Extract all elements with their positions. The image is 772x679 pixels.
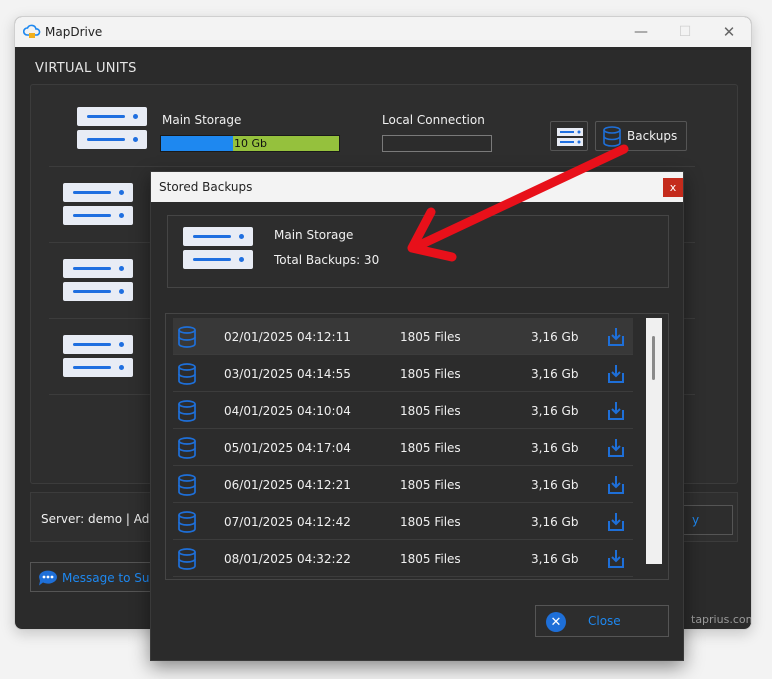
minimize-button[interactable]: — — [627, 21, 655, 43]
section-title: VIRTUAL UNITS — [35, 61, 137, 76]
backup-files: 1805 Files — [400, 330, 461, 344]
storage-name: Main Storage — [274, 228, 354, 242]
download-icon[interactable] — [605, 437, 627, 459]
title-bar: MapDrive — ☐ ✕ — [15, 17, 751, 47]
backups-label: Backups — [627, 129, 678, 143]
backup-files: 1805 Files — [400, 515, 461, 529]
dialog-title-bar: Stored Backups x — [151, 172, 683, 202]
database-icon — [178, 400, 196, 422]
backup-date: 08/01/2025 04:32:22 — [224, 552, 351, 566]
backup-date: 05/01/2025 04:17:04 — [224, 441, 351, 455]
database-icon — [603, 126, 621, 147]
drive-details-button[interactable] — [550, 121, 588, 151]
backup-date: 03/01/2025 04:14:55 — [224, 367, 351, 381]
backup-date: 02/01/2025 04:12:11 — [224, 330, 351, 344]
server-icon — [63, 335, 133, 377]
backup-size: 3,16 Gb — [531, 515, 579, 529]
backup-row[interactable]: 08/01/2025 04:32:22 1805 Files 3,16 Gb — [173, 540, 633, 577]
backup-size: 3,16 Gb — [531, 441, 579, 455]
storage-usage-text: 10 Gb — [234, 137, 267, 150]
backup-size: 3,16 Gb — [531, 330, 579, 344]
dialog-title: Stored Backups — [159, 180, 253, 194]
server-stack-icon — [557, 128, 583, 146]
backup-size: 3,16 Gb — [531, 404, 579, 418]
backup-size: 3,16 Gb — [531, 552, 579, 566]
backup-row[interactable]: 07/01/2025 04:12:42 1805 Files 3,16 Gb — [173, 503, 633, 540]
backup-date: 04/01/2025 04:10:04 — [224, 404, 351, 418]
backup-files: 1805 Files — [400, 552, 461, 566]
unit-name: Main Storage — [162, 113, 242, 127]
server-status-text: Server: demo | Admi — [41, 512, 165, 526]
database-icon — [178, 511, 196, 533]
database-icon — [178, 437, 196, 459]
maximize-button[interactable]: ☐ — [671, 21, 699, 43]
dialog-close-x-button[interactable]: x — [663, 178, 683, 197]
server-icon — [183, 227, 253, 269]
download-icon[interactable] — [605, 474, 627, 496]
unit-row-main-storage: Main Storage 10 Gb Local Connection Back… — [49, 91, 695, 167]
backup-row[interactable]: 06/01/2025 04:12:21 1805 Files 3,16 Gb — [173, 466, 633, 503]
backup-row[interactable]: 03/01/2025 04:14:55 1805 Files 3,16 Gb — [173, 355, 633, 392]
backup-files: 1805 Files — [400, 441, 461, 455]
database-icon — [178, 548, 196, 570]
backup-files: 1805 Files — [400, 404, 461, 418]
server-icon — [77, 107, 147, 149]
database-icon — [178, 363, 196, 385]
server-icon — [63, 259, 133, 301]
server-icon — [63, 183, 133, 225]
backup-files: 1805 Files — [400, 478, 461, 492]
download-icon[interactable] — [605, 363, 627, 385]
server-action-button[interactable]: y — [683, 505, 733, 535]
stored-backups-dialog: Stored Backups x Main Storage Total Back… — [150, 171, 684, 661]
scrollbar[interactable] — [646, 318, 662, 564]
scroll-thumb[interactable] — [652, 336, 655, 380]
database-icon — [178, 474, 196, 496]
cloud-drive-icon — [23, 24, 41, 38]
connection-status-box — [382, 135, 492, 152]
download-icon[interactable] — [605, 511, 627, 533]
backup-row[interactable]: 04/01/2025 04:10:04 1805 Files 3,16 Gb — [173, 392, 633, 429]
total-backups: Total Backups: 30 — [274, 253, 380, 267]
backup-date: 07/01/2025 04:12:42 — [224, 515, 351, 529]
backup-row[interactable]: 02/01/2025 04:12:11 1805 Files 3,16 Gb — [173, 318, 633, 355]
storage-progress-bar: 10 Gb — [160, 135, 340, 152]
backup-files: 1805 Files — [400, 367, 461, 381]
backups-button[interactable]: Backups — [595, 121, 687, 151]
download-icon[interactable] — [605, 326, 627, 348]
message-support-button[interactable]: Message to Supp — [30, 562, 170, 592]
storage-summary: Main Storage Total Backups: 30 — [167, 215, 669, 288]
backup-size: 3,16 Gb — [531, 367, 579, 381]
footer-domain[interactable]: taprius.com — [691, 613, 751, 626]
connection-label: Local Connection — [382, 113, 485, 127]
server-action-label: y — [692, 513, 700, 527]
close-button[interactable]: ✕ Close — [535, 605, 669, 637]
backups-list[interactable]: 02/01/2025 04:12:11 1805 Files 3,16 Gb 03/0… — [165, 313, 669, 580]
download-icon[interactable] — [605, 400, 627, 422]
app-title: MapDrive — [45, 25, 103, 39]
close-window-button[interactable]: ✕ — [715, 21, 743, 43]
close-label: Close — [588, 614, 621, 628]
download-icon[interactable] — [605, 548, 627, 570]
chat-icon — [39, 570, 57, 586]
database-icon — [178, 326, 196, 348]
backup-size: 3,16 Gb — [531, 478, 579, 492]
close-circle-icon: ✕ — [546, 612, 566, 632]
backup-row[interactable]: 05/01/2025 04:17:04 1805 Files 3,16 Gb — [173, 429, 633, 466]
backup-date: 06/01/2025 04:12:21 — [224, 478, 351, 492]
